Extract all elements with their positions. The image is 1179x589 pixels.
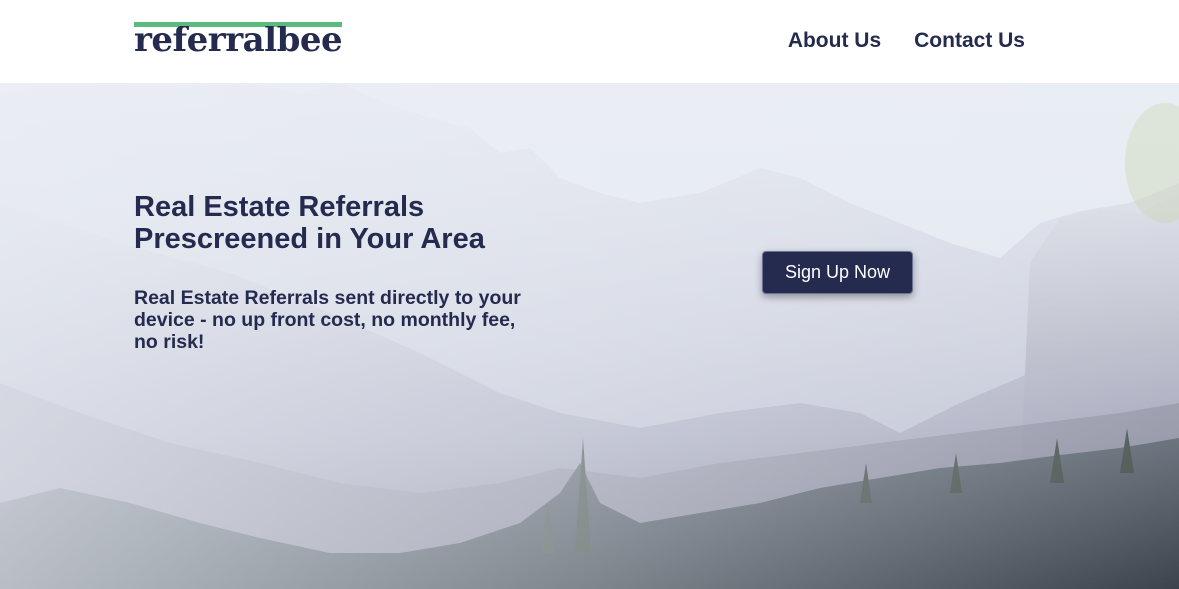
hero-title-line-2: Prescreened in Your Area [134,223,485,255]
site-header: referralbee About Us Contact Us [0,0,1179,83]
sign-up-now-button[interactable]: Sign Up Now [762,251,913,294]
nav-link-contact[interactable]: Contact Us [914,29,1025,53]
hero-subtitle: Real Estate Referrals sent directly to y… [134,287,521,353]
hero-title: Real Estate Referrals Prescreened in You… [134,191,554,255]
hero-section: Real Estate Referrals Prescreened in You… [0,83,1179,589]
nav-link-about[interactable]: About Us [788,29,881,53]
logo[interactable]: referralbee [134,22,342,54]
hero-title-line-1: Real Estate Referrals [134,191,425,223]
main-nav: About Us Contact Us [788,29,1025,53]
logo-wordmark: referralbee [134,26,342,54]
